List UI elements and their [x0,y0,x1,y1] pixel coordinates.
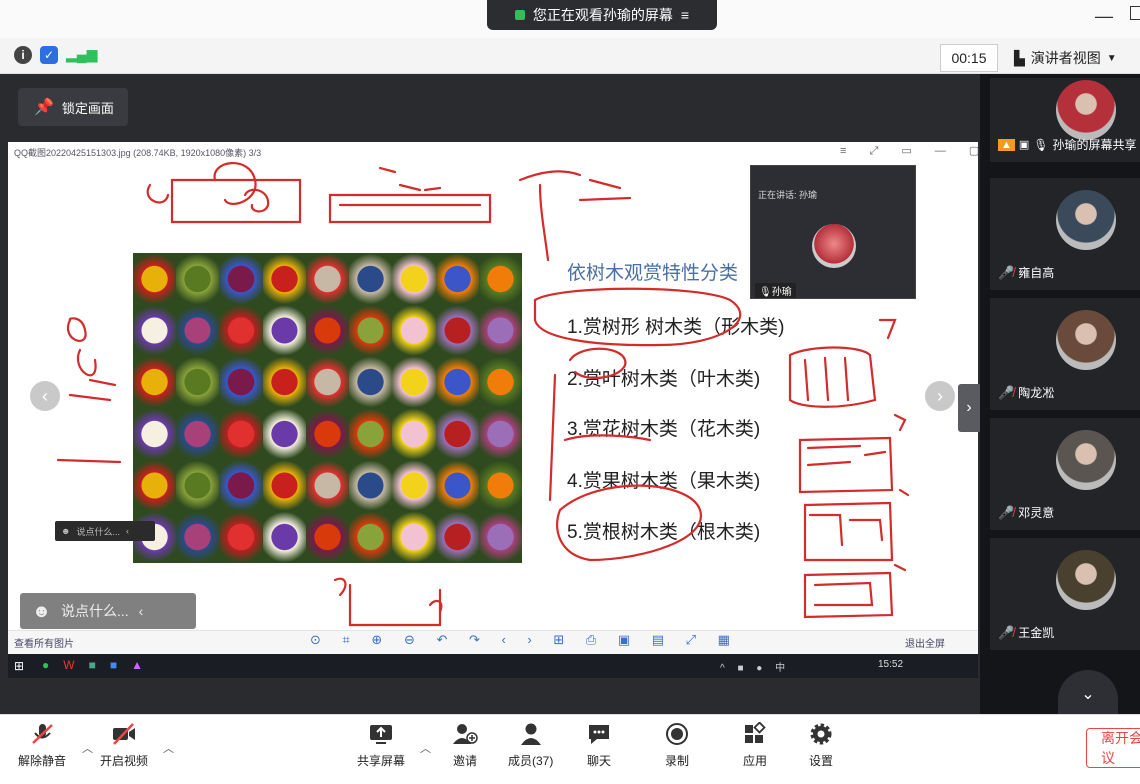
participant-name-text: 雍自高 [1018,266,1055,280]
chat-input-large[interactable]: ☻ 说点什么... ‹ [20,593,196,629]
taskbar-system-tray: ^ ■ ● 中 [720,663,791,674]
emoji-icon[interactable]: ☻ [61,526,70,536]
gear-icon [808,722,834,746]
participant-name-text: 陶龙凇 [1018,386,1055,400]
taskbar-app-icons[interactable]: ●W■■▲ [42,658,157,672]
viewer-tool-icons[interactable]: ⊙ ⌗ ⊕ ⊖ ↶ ↷ ‹ › ⊞ ⎙ ▣ ▤ ⤢ ▦ [310,632,739,648]
screen-icon: ▣ [1018,139,1030,151]
chevron-left-icon[interactable]: ‹ [139,603,144,619]
participant-avatar [1056,80,1116,140]
share-screen-button[interactable]: 共享屏幕 [357,722,405,769]
record-icon [664,722,690,746]
participant-tile[interactable]: 🎤̸ 邓灵意 [990,418,1140,530]
members-button[interactable]: 成员(37) [508,722,553,769]
ime-label: 中 [775,663,791,674]
emoji-icon[interactable]: ☻ [32,601,51,622]
members-label: 成员(37) [508,754,554,768]
chat-small-placeholder: 说点什么... [76,526,120,537]
invite-label: 邀请 [452,754,477,768]
participant-tile[interactable]: 🎤̸ 王金凯 [990,538,1140,650]
share-screen-icon [368,722,394,746]
collapse-panel-button[interactable]: › [958,384,980,432]
participant-name-text: 王金凯 [1018,626,1055,640]
chat-label: 聊天 [586,754,611,768]
participant-name-text: 邓灵意 [1018,506,1055,520]
leave-meeting-button[interactable]: 离开会议 [1086,728,1140,768]
prev-image-button[interactable]: ‹ [30,381,60,411]
next-image-button[interactable]: › [925,381,955,411]
participant-avatar [1056,550,1116,610]
share-screen-label: 共享屏幕 [357,754,406,768]
chevron-up-icon[interactable]: ︿ [163,740,174,756]
mic-muted-icon: 🎤̸ [998,264,1015,280]
mic-muted-icon: 🎤̸ [998,624,1015,640]
participant-tile[interactable]: 🎤̸ 陶龙凇 [990,298,1140,410]
mic-muted-icon: 🎤̸ [998,504,1015,520]
chat-button[interactable]: 聊天 [586,722,612,769]
mini-avatar [812,224,856,268]
settings-button[interactable]: 设置 [808,722,834,769]
start-video-label: 开启视频 [100,754,149,768]
participant-tile[interactable]: ▲ ▣ 🎙 孙瑜的屏幕共享 [990,78,1140,162]
camera-off-icon [111,722,137,746]
participant-name: ▲ ▣ 🎙 孙瑜的屏幕共享 [998,136,1137,153]
members-icon [518,722,544,746]
chevron-left-icon[interactable]: ‹ [126,526,129,536]
unmute-button[interactable]: 解除静音 [18,722,66,769]
record-label: 录制 [664,754,689,768]
mini-name-label: 🎙孙瑜 [755,283,796,298]
participant-avatar [1056,310,1116,370]
taskbar-clock: 15:52 [878,659,904,670]
apps-icon [742,722,768,746]
chevron-up-icon[interactable]: ︿ [82,740,93,756]
participant-avatar [1056,190,1116,250]
settings-label: 设置 [808,754,833,768]
chat-input-small[interactable]: ☻ 说点什么... ‹ [55,521,155,541]
chat-big-placeholder: 说点什么... [60,603,129,619]
unmute-label: 解除静音 [18,754,67,768]
windows-start-icon[interactable]: ⊞ [14,659,24,673]
mic-icon: 🎙 [759,287,772,298]
invite-button[interactable]: 邀请 [452,722,478,769]
apps-button[interactable]: 应用 [742,722,768,769]
participant-name: 🎤̸ 邓灵意 [998,504,1054,521]
record-button[interactable]: 录制 [664,722,690,769]
mic-icon: 🎙 [1033,137,1049,152]
mic-muted-icon: 🎤̸ [998,384,1015,400]
start-video-button[interactable]: 开启视频 [100,722,148,769]
now-speaking-label: 正在讲话: 孙瑜 [758,190,818,200]
chevron-up-icon[interactable]: ︿ [420,740,431,756]
share-icon: ▲ [998,138,1015,151]
mic-muted-icon [29,722,55,746]
participant-name: 🎤̸ 陶龙凇 [998,384,1054,401]
participant-name: 🎤̸ 雍自高 [998,264,1054,281]
participant-name: 🎤̸ 王金凯 [998,624,1054,641]
participant-name-text: 孙瑜的屏幕共享 [1052,138,1137,152]
chat-icon [586,722,612,746]
add-user-icon [452,722,478,746]
participant-avatar [1056,430,1116,490]
mini-name: 孙瑜 [771,287,792,298]
exit-fullscreen-button[interactable]: 退出全屏 [905,635,945,650]
participant-tile[interactable]: 🎤̸ 雍自高 [990,178,1140,290]
apps-label: 应用 [742,754,767,768]
show-all-images-link[interactable]: 查看所有图片 [14,635,74,650]
